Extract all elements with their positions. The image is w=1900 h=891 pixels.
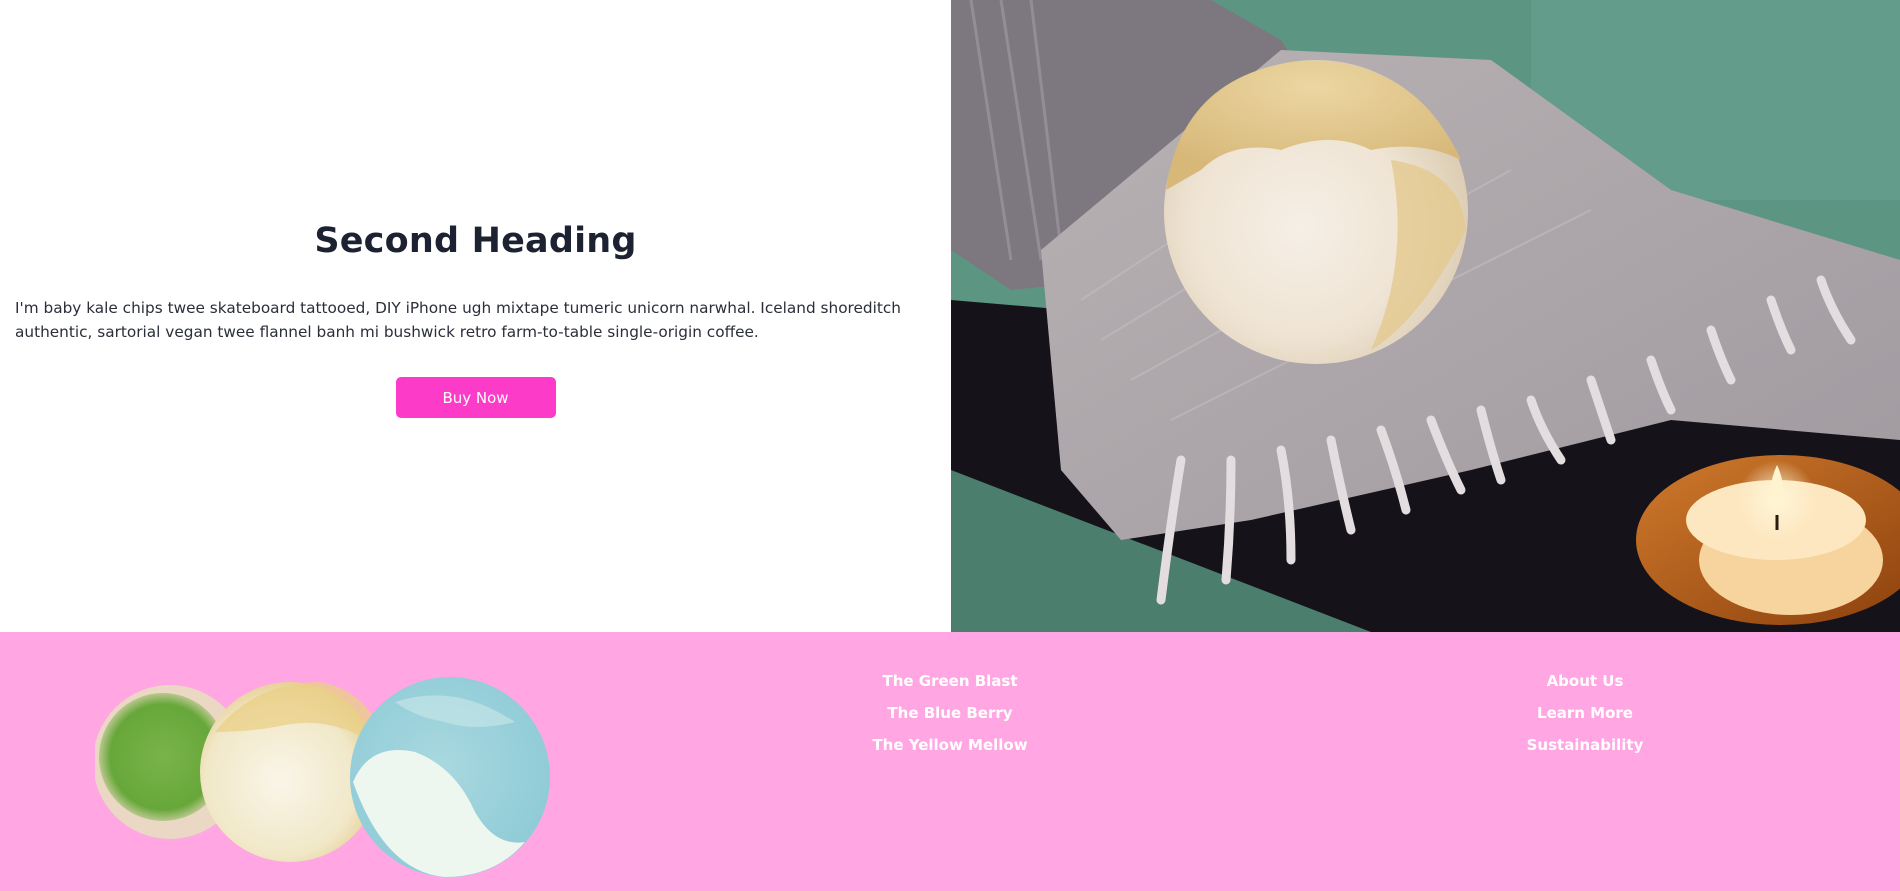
bath-bombs-image [93, 672, 555, 882]
buy-now-button[interactable]: Buy Now [395, 377, 556, 418]
hero-section: Second Heading I'm baby kale chips twee … [0, 0, 1900, 632]
hero-text-panel: Second Heading I'm baby kale chips twee … [0, 0, 951, 632]
site-footer: The Green Blast The Blue Berry The Yello… [0, 632, 1900, 891]
page: Second Heading I'm baby kale chips twee … [0, 0, 1900, 891]
footer-link-sustainability[interactable]: Sustainability [1527, 729, 1644, 761]
footer-product-links: The Green Blast The Blue Berry The Yello… [872, 665, 1027, 761]
footer-link-green-blast[interactable]: The Green Blast [882, 665, 1017, 697]
footer-link-blue-berry[interactable]: The Blue Berry [887, 697, 1012, 729]
hero-image-bath-bomb-towel-candle [951, 0, 1900, 632]
footer-link-about-us[interactable]: About Us [1547, 665, 1624, 697]
footer-link-learn-more[interactable]: Learn More [1537, 697, 1633, 729]
hero-heading: Second Heading [314, 221, 637, 261]
footer-company-links: About Us Learn More Sustainability [1515, 665, 1655, 761]
hero-description: I'm baby kale chips twee skateboard tatt… [15, 299, 901, 341]
footer-link-yellow-mellow[interactable]: The Yellow Mellow [872, 729, 1027, 761]
